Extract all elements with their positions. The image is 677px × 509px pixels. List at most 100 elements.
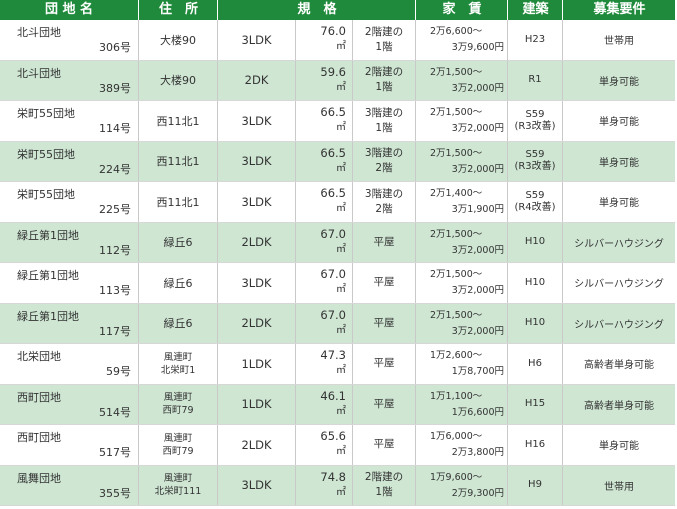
unit-number: 306号 (99, 41, 131, 54)
built-year: S59 (R3改善) (514, 149, 555, 173)
rent-max: 3万9,600円 (451, 42, 504, 53)
floor-text: 2階建の 1階 (365, 25, 403, 55)
header-address: 住 所 (138, 0, 218, 20)
requirement-cell: シルバーハウジング (562, 222, 675, 262)
address-cell: 西11北1 (138, 101, 217, 141)
area-value: 67.0 (320, 307, 346, 322)
table-row: 風舞団地 355号 風連町 北栄町111 3LDK 74.8 ㎡ 2階建の 1階 1万9,600～… (0, 465, 675, 506)
table-row: 西町団地 517号 風連町 西町79 2LDK 65.6 ㎡ 平屋 1万6,000～ 2万3,80… (0, 425, 675, 466)
rent-min: 1万2,600～ (430, 350, 483, 361)
complex-name: 北栄団地 (17, 350, 61, 363)
area-unit: ㎡ (336, 446, 346, 457)
floor-cell: 2階建の 1階 (352, 465, 415, 505)
floor-line: 平屋 (373, 316, 395, 329)
layout-type: 3LDK (241, 478, 272, 493)
table-row: 栄町55団地 224号 西11北1 3LDK 66.5 ㎡ 3階建の 2階 2万1,500～ 3万… (0, 141, 675, 182)
floor-text: 平屋 (374, 437, 395, 452)
name-cell: 緑丘第1団地 112号 (0, 223, 138, 263)
floor-area: 67.0 ㎡ (320, 227, 346, 257)
address-text: 風連町 西町79 (162, 391, 193, 417)
address-text: 風連町 北栄町111 (155, 472, 202, 498)
requirement-text: 単身可能 (599, 198, 639, 210)
requirement-cell: 単身可能 (562, 425, 675, 465)
layout-cell: 3LDK (217, 182, 295, 222)
area-unit: ㎡ (336, 203, 346, 214)
layout-cell: 2LDK (217, 425, 295, 465)
built-cell: R1 (507, 60, 562, 100)
floor-cell: 3階建の 2階 (352, 182, 415, 222)
rent-cell: 1万9,600～ 2万9,300円 (415, 465, 507, 505)
built-cell: H23 (507, 20, 562, 60)
table-row: 栄町55団地 114号 西11北1 3LDK 66.5 ㎡ 3階建の 1階 2万1,500～ 3万… (0, 101, 675, 142)
housing-vacancy-table: 団 地 名 住 所 規 格 家 賃 建築 募集要件 北斗団地 306号 大楼90 3L… (0, 0, 675, 506)
rent-range: 1万6,000～ 2万3,800円 (430, 429, 504, 461)
rent-max: 3万2,000円 (451, 285, 504, 296)
layout-type: 1LDK (241, 356, 272, 371)
floor-cell: 平屋 (352, 263, 415, 303)
area-value: 65.6 (320, 429, 346, 443)
name-cell: 北栄団地 59号 (0, 344, 138, 384)
layout-type: 2DK (244, 73, 269, 88)
address-line: 西町79 (162, 445, 194, 457)
floor-cell: 2階建の 1階 (352, 20, 415, 60)
rent-range: 1万2,600～ 1万8,700円 (430, 348, 504, 380)
rent-range: 2万1,500～ 3万2,000円 (430, 65, 504, 97)
layout-cell: 3LDK (217, 263, 295, 303)
area-cell: 76.0 ㎡ (295, 20, 352, 60)
built-cell: H15 (507, 384, 562, 424)
floor-line: 3階建の (364, 106, 404, 119)
rent-max: 2万9,300円 (451, 487, 504, 499)
floor-line: 平屋 (373, 397, 395, 410)
complex-name: 北斗団地 (17, 66, 61, 80)
rent-max: 3万1,900円 (451, 204, 504, 215)
rent-min: 2万1,400～ (430, 188, 483, 199)
built-year: H10 (525, 236, 545, 248)
built-line: H10 (524, 276, 546, 288)
complex-name: 栄町55団地 (17, 188, 75, 201)
area-unit: ㎡ (336, 284, 346, 295)
address-cell: 西11北1 (138, 182, 217, 222)
rent-max: 1万8,700円 (451, 366, 504, 377)
unit-number: 114号 (99, 122, 131, 135)
built-line: H10 (524, 236, 546, 248)
address-text: 風連町 北栄町1 (161, 351, 196, 377)
floor-area: 47.3 ㎡ (320, 348, 346, 378)
layout-type: 2LDK (241, 316, 272, 331)
address-cell: 風連町 北栄町1 (138, 344, 217, 384)
area-unit: ㎡ (336, 81, 346, 93)
complex-name: 西町団地 (17, 390, 61, 404)
address-line: 緑丘6 (163, 236, 193, 250)
floor-area: 66.5 ㎡ (320, 186, 346, 216)
layout-cell: 3LDK (217, 20, 295, 60)
rent-range: 2万1,500～ 3万2,000円 (430, 308, 504, 340)
area-unit: ㎡ (336, 486, 346, 498)
area-cell: 67.0 ㎡ (295, 263, 352, 303)
floor-cell: 平屋 (352, 425, 415, 465)
area-value: 59.6 (320, 64, 346, 79)
requirement-text: 単身可能 (599, 441, 639, 453)
complex-name: 緑丘第1団地 (17, 269, 79, 282)
unit-number: 514号 (99, 405, 131, 419)
layout-cell: 3LDK (217, 465, 295, 505)
address-line: 西11北1 (156, 195, 200, 209)
rent-max: 1万6,600円 (451, 406, 504, 418)
floor-text: 3階建の 2階 (365, 146, 403, 176)
requirement-text: 単身可能 (599, 117, 639, 129)
area-value: 46.1 (320, 388, 346, 403)
rent-min: 2万1,500～ (430, 147, 483, 159)
requirement-cell: 単身可能 (562, 101, 675, 141)
floor-text: 平屋 (374, 316, 395, 331)
rent-min: 2万1,500～ (430, 309, 483, 321)
area-unit: ㎡ (336, 162, 346, 174)
floor-area: 59.6 ㎡ (320, 65, 346, 95)
area-cell: 66.5 ㎡ (295, 101, 352, 141)
built-cell: H9 (507, 465, 562, 505)
layout-type: 3LDK (241, 194, 272, 209)
unit-number: 117号 (99, 324, 131, 338)
address-line: 北栄町111 (154, 486, 202, 498)
table-body: 北斗団地 306号 大楼90 3LDK 76.0 ㎡ 2階建の 1階 2万6,600～ 3万9,6… (0, 20, 675, 506)
address-cell: 風連町 西町79 (138, 425, 217, 465)
complex-name: 風舞団地 (17, 471, 61, 485)
rent-range: 2万6,600～ 3万9,600円 (430, 24, 504, 56)
built-year: H10 (525, 317, 545, 329)
